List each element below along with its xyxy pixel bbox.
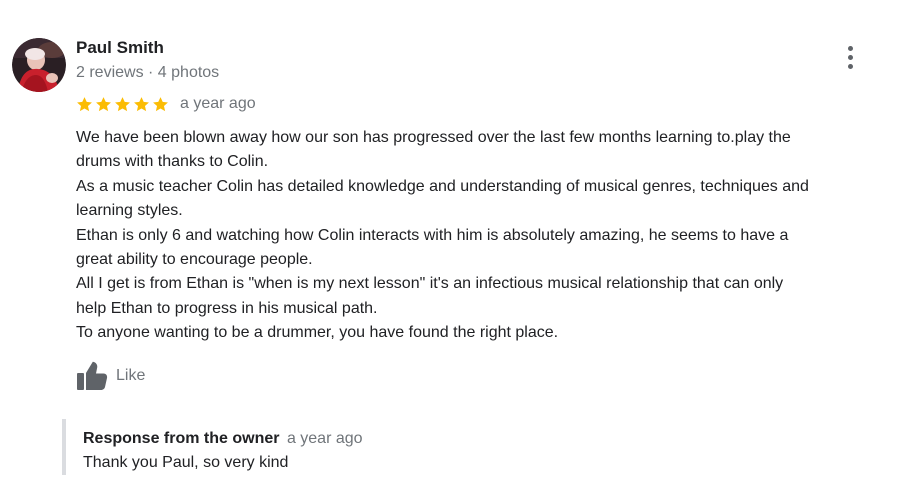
review-date: a year ago: [180, 95, 256, 112]
review-text-line: great ability to encourage people.: [76, 251, 313, 269]
owner-response-heading: Response from the owner a year ago: [83, 429, 363, 449]
author-meta: 2 reviews · 4 photos: [76, 64, 220, 81]
star-icon: [115, 96, 130, 111]
owner-response-text: Thank you Paul, so very kind: [83, 454, 289, 471]
owner-response-date: a year ago: [286, 430, 363, 447]
author-avatar[interactable]: [12, 38, 66, 92]
like-button[interactable]: Like: [76, 360, 145, 392]
profile-photo-icon: [12, 38, 66, 92]
like-label: Like: [116, 367, 146, 384]
owner-response-title: Response from the owner: [83, 430, 280, 447]
review-text-line: As a music teacher Colin has detailed kn…: [76, 177, 809, 195]
review-text-line: drums with thanks to Colin.: [76, 153, 269, 171]
thumbs-up-icon: [77, 361, 108, 390]
more-vert-icon-dot: [847, 54, 853, 60]
owner-response: Response from the owner a year ago Thank…: [62, 419, 662, 475]
review-text-line: We have been blown away how our son has …: [76, 129, 791, 146]
review-text-line: help Ethan to progress in his musical pa…: [76, 299, 378, 317]
star-rating: [76, 96, 169, 113]
review-text-line: Ethan is only 6 and watching how Colin i…: [76, 226, 789, 244]
rating-row: a year ago: [76, 93, 256, 115]
author-name[interactable]: Paul Smith: [76, 38, 164, 58]
review-card: Paul Smith 2 reviews · 4 photos a year a…: [0, 0, 900, 481]
owner-response-bar: [62, 419, 66, 475]
star-icon: [96, 96, 111, 111]
review-text-line: To anyone wanting to be a drummer, you h…: [76, 324, 559, 342]
more-options-button[interactable]: [836, 42, 864, 72]
review-text-line: All I get is from Ethan is "when is my n…: [76, 275, 784, 293]
star-icon: [77, 96, 92, 111]
review-text-line: learning styles.: [76, 202, 183, 220]
review-text: We have been blown away how our son has …: [76, 126, 891, 346]
star-icon: [134, 96, 149, 111]
more-vert-icon-dot: [847, 63, 853, 69]
star-icon: [153, 96, 168, 111]
more-vert-icon: [847, 45, 853, 51]
